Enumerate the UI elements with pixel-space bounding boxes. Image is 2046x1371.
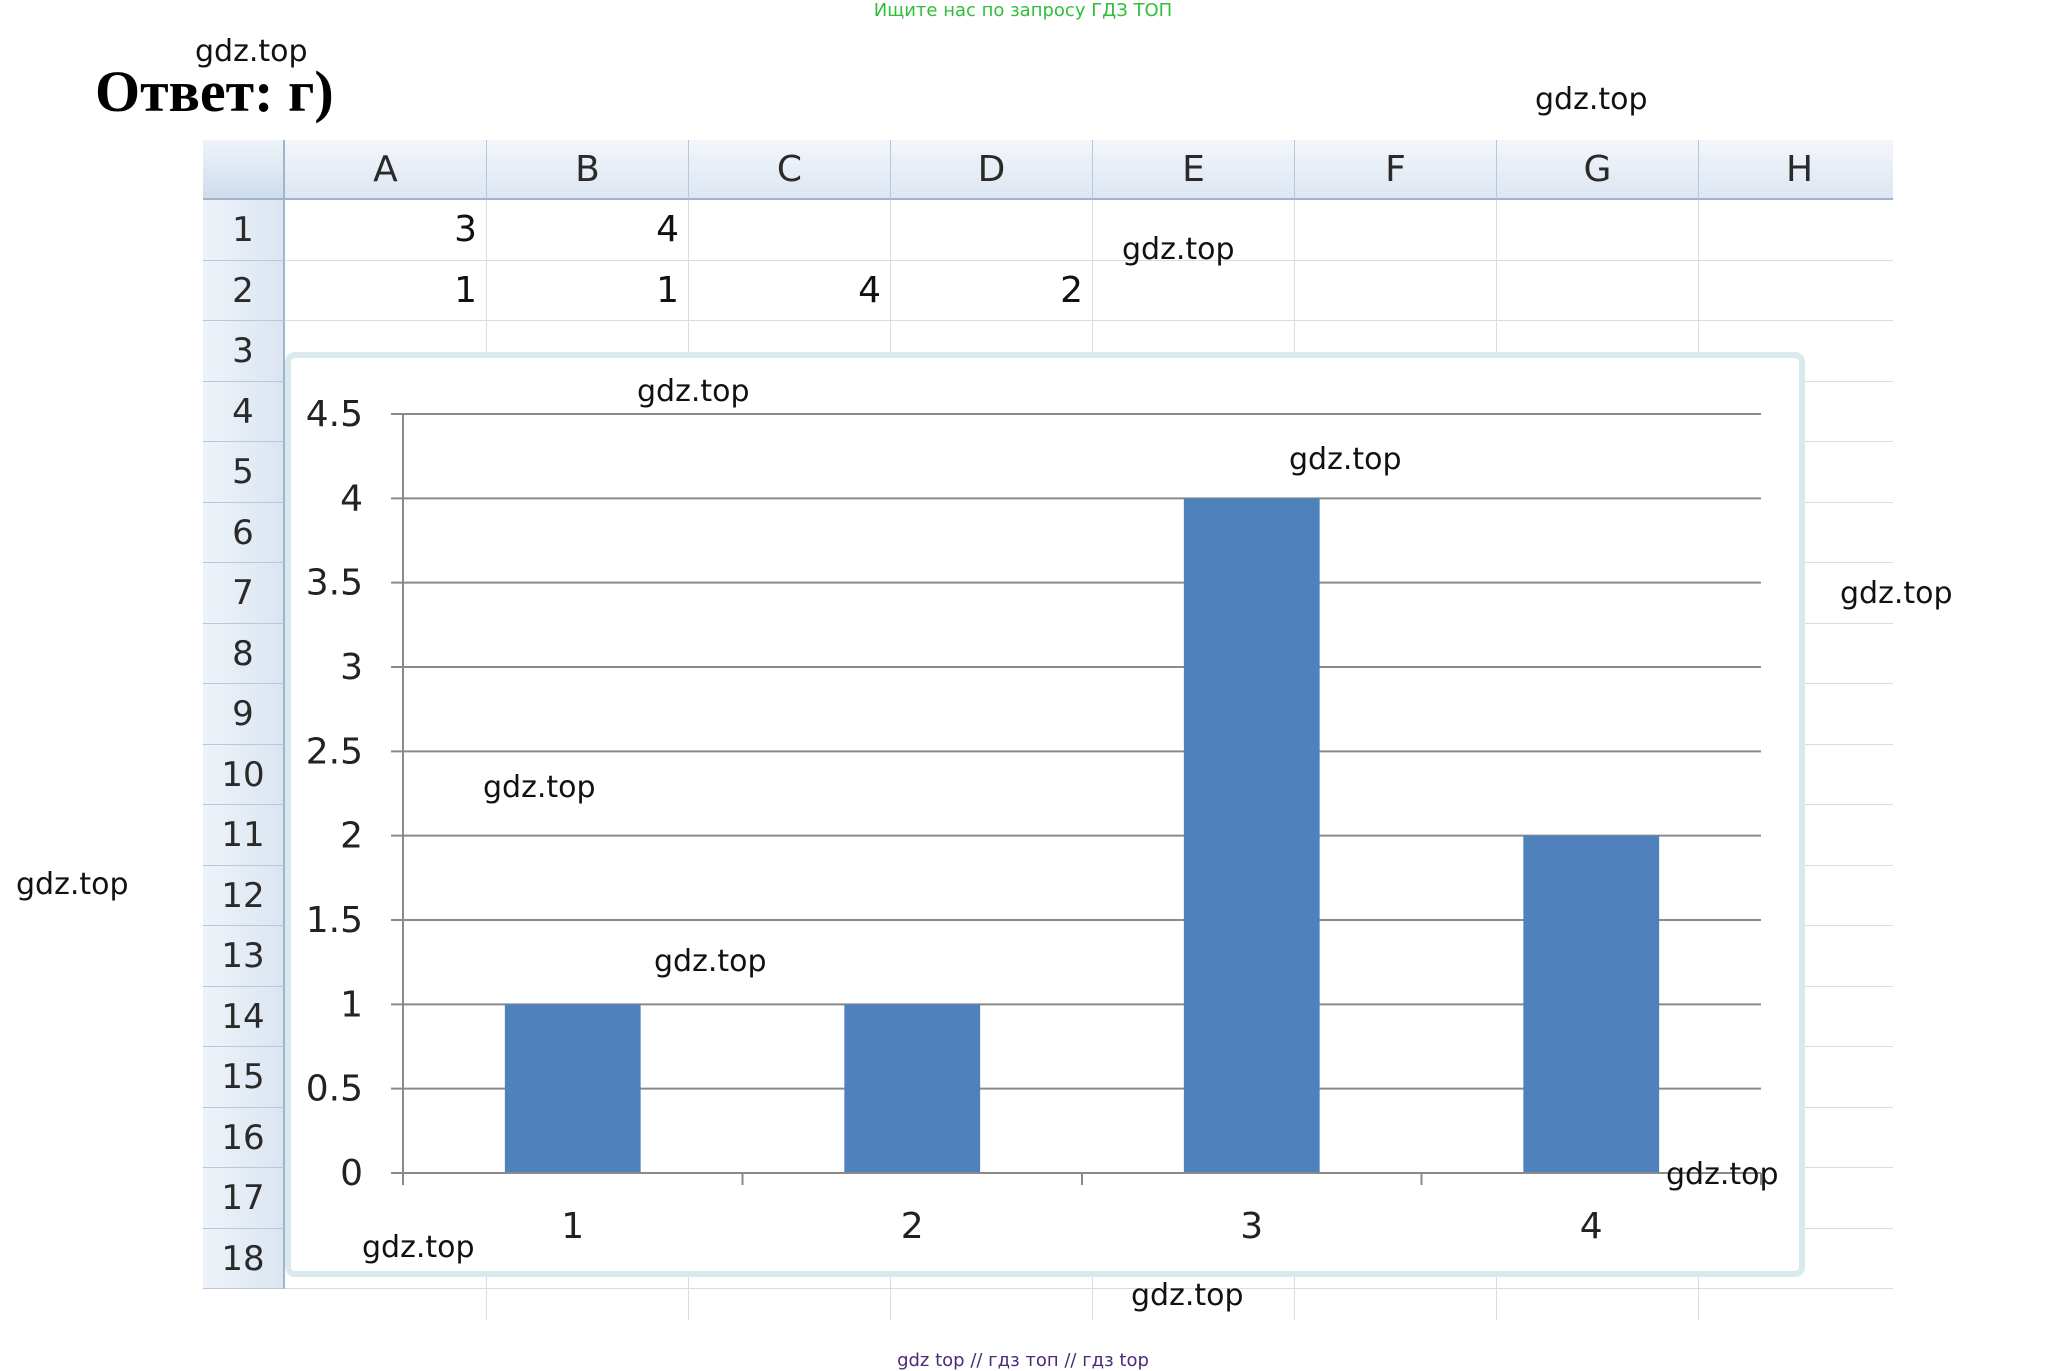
row-header-9[interactable]: 9 xyxy=(203,684,285,745)
bar-2 xyxy=(844,1004,981,1173)
row-header-2[interactable]: 2 xyxy=(203,260,285,321)
row-header-14[interactable]: 14 xyxy=(203,986,285,1047)
watermark: gdz.top xyxy=(1289,442,1402,477)
y-tick-label: 0 xyxy=(340,1153,363,1194)
select-all-corner[interactable] xyxy=(203,140,285,200)
watermark: gdz.top xyxy=(1122,232,1235,267)
column-header-h[interactable]: H xyxy=(1699,140,1893,200)
chart-frame[interactable]: 0 0.5 1 1.5 2 2.5 3 3.5 4 4.5 1 2 3 4 xyxy=(285,352,1805,1277)
cell-b2[interactable]: 1 xyxy=(487,261,689,322)
cell-b1[interactable]: 4 xyxy=(487,200,689,261)
x-tick-label: 4 xyxy=(1580,1206,1603,1247)
cell-d2[interactable]: 2 xyxy=(891,261,1093,322)
cell-a1[interactable]: 3 xyxy=(285,200,487,261)
y-tick-label: 1 xyxy=(340,984,363,1025)
column-header-d[interactable]: D xyxy=(891,140,1093,200)
x-tick-label: 2 xyxy=(901,1206,924,1247)
cell-a2[interactable]: 1 xyxy=(285,261,487,322)
y-tick-label: 3 xyxy=(340,647,363,688)
row-header-16[interactable]: 16 xyxy=(203,1107,285,1168)
bar-1 xyxy=(504,1004,641,1173)
row-header-17[interactable]: 17 xyxy=(203,1168,285,1229)
row-header-6[interactable]: 6 xyxy=(203,502,285,563)
bar-3 xyxy=(1183,498,1320,1173)
watermark: gdz.top xyxy=(637,374,750,409)
watermark: gdz.top xyxy=(1535,82,1648,117)
watermark: gdz.top xyxy=(1666,1157,1779,1192)
column-header-e[interactable]: E xyxy=(1093,140,1295,200)
y-tick-label: 2 xyxy=(340,816,363,857)
column-header-b[interactable]: B xyxy=(487,140,689,200)
cell-c2[interactable]: 4 xyxy=(689,261,891,322)
bar-chart: 0 0.5 1 1.5 2 2.5 3 3.5 4 4.5 1 2 3 4 xyxy=(306,394,1762,1247)
y-tick-label: 4 xyxy=(340,478,363,519)
x-tick-label: 3 xyxy=(1240,1206,1263,1247)
row-header-3[interactable]: 3 xyxy=(203,321,285,382)
x-tick-label: 1 xyxy=(561,1206,584,1247)
y-tick-label: 3.5 xyxy=(306,563,363,604)
bar-4 xyxy=(1523,835,1660,1173)
watermark: gdz.top xyxy=(654,944,767,979)
row-header-12[interactable]: 12 xyxy=(203,865,285,926)
y-tick-label: 2.5 xyxy=(306,731,363,772)
row-header-5[interactable]: 5 xyxy=(203,442,285,503)
footer-links: gdz top // гдз топ // гдз top xyxy=(897,1350,1149,1371)
watermark: gdz.top xyxy=(16,867,129,902)
row-header-7[interactable]: 7 xyxy=(203,563,285,624)
grid-line xyxy=(285,1288,1893,1289)
top-banner: Ищите нас по запросу ГДЗ ТОП xyxy=(873,0,1173,21)
watermark: gdz.top xyxy=(1131,1278,1244,1313)
column-header-a[interactable]: A xyxy=(285,140,487,200)
column-header-c[interactable]: C xyxy=(689,140,891,200)
row-header-13[interactable]: 13 xyxy=(203,926,285,987)
row-header-18[interactable]: 18 xyxy=(203,1228,285,1289)
row-header-10[interactable]: 10 xyxy=(203,744,285,805)
row-header-11[interactable]: 11 xyxy=(203,805,285,866)
watermark: gdz.top xyxy=(195,34,308,69)
y-tick-label: 1.5 xyxy=(306,900,363,941)
column-header-g[interactable]: G xyxy=(1497,140,1699,200)
row-header-8[interactable]: 8 xyxy=(203,623,285,684)
y-tick-label: 4.5 xyxy=(306,394,363,435)
watermark: gdz.top xyxy=(1840,576,1953,611)
row-header-15[interactable]: 15 xyxy=(203,1047,285,1108)
column-header-f[interactable]: F xyxy=(1295,140,1497,200)
row-header-4[interactable]: 4 xyxy=(203,381,285,442)
watermark: gdz.top xyxy=(362,1230,475,1265)
watermark: gdz.top xyxy=(483,770,596,805)
row-header-1[interactable]: 1 xyxy=(203,200,285,261)
y-tick-label: 0.5 xyxy=(306,1069,363,1110)
